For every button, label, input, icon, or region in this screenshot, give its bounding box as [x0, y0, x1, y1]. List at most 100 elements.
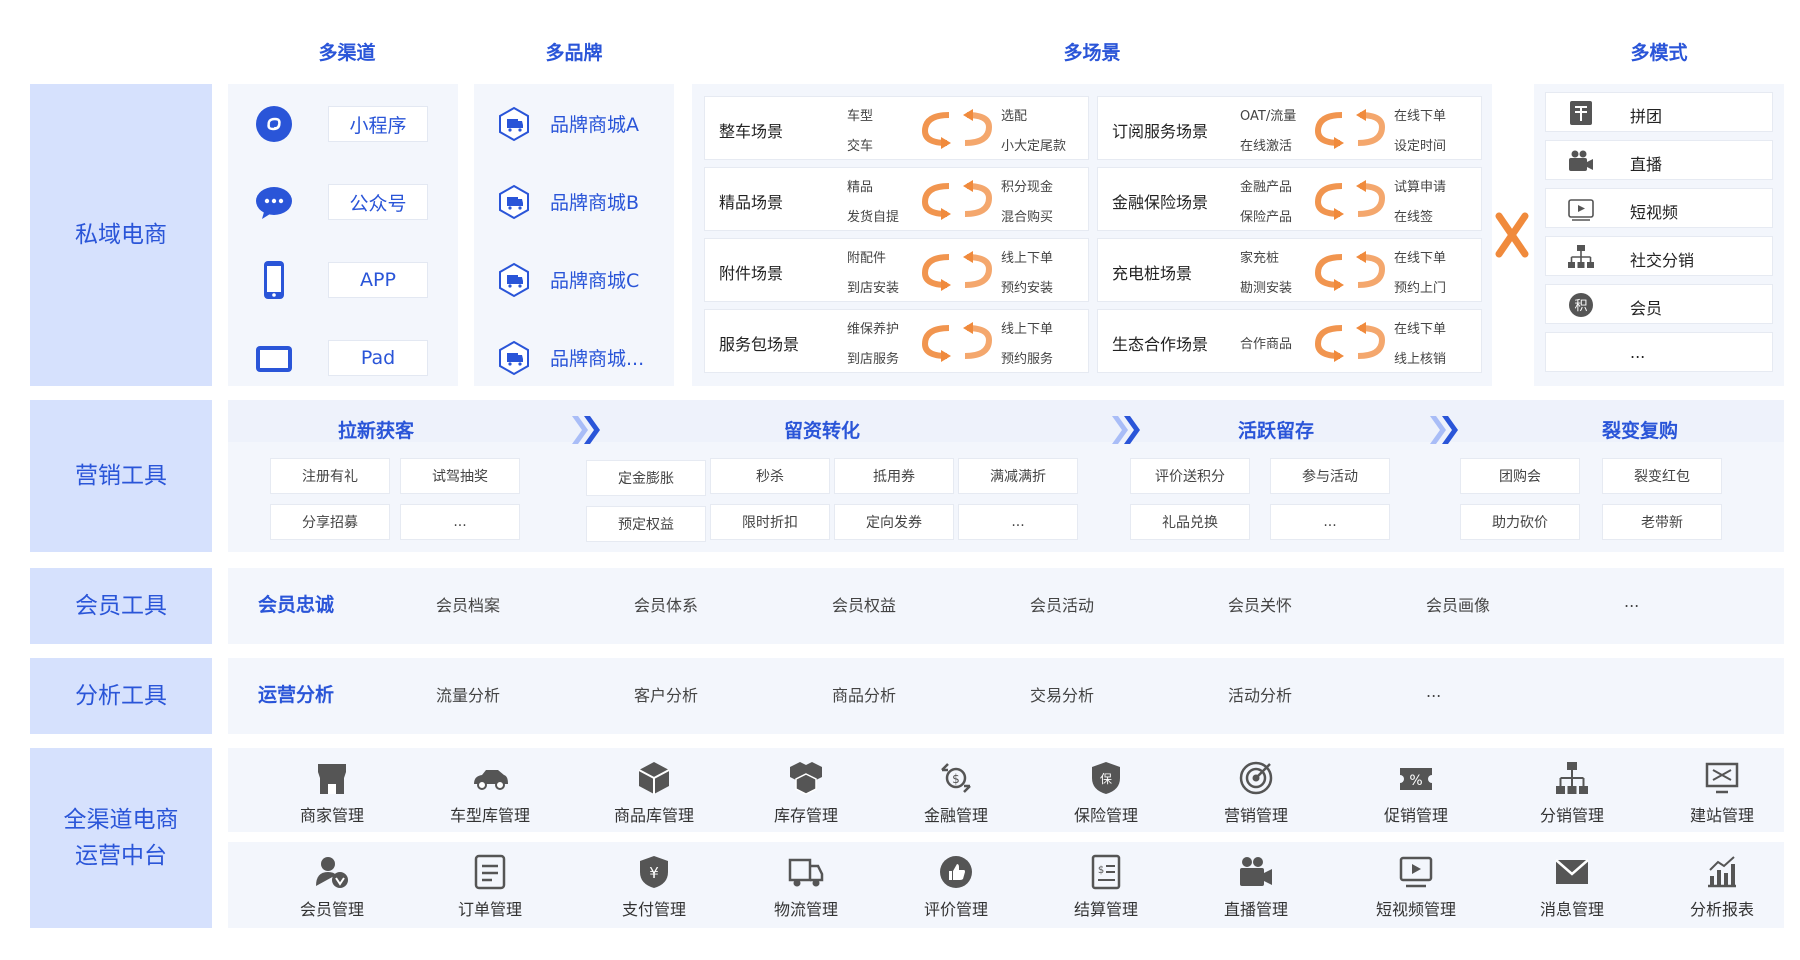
convert-tool[interactable]: 定向发券	[834, 504, 954, 540]
scene-card[interactable]: 精品场景 精品 发货自提 积分现金 混合购买	[704, 167, 1089, 231]
platform-module[interactable]: 评价管理	[886, 844, 1026, 924]
scene-card[interactable]: 金融保险场景 金融产品 保险产品 试算申请 在线签	[1097, 167, 1482, 231]
platform-module[interactable]: 物流管理	[736, 844, 876, 924]
brand-item[interactable]: 品牌商城B	[474, 182, 674, 222]
member-tool-item[interactable]: 会员画像	[1426, 592, 1490, 616]
channel-item[interactable]: 小程序	[228, 104, 458, 144]
platform-module[interactable]: 订单管理	[420, 844, 560, 924]
analysis-tool-item[interactable]: 商品分析	[832, 682, 896, 706]
retain-tool[interactable]: 参与活动	[1270, 458, 1390, 494]
platform-module[interactable]: 商品库管理	[584, 750, 724, 830]
thumbs-up-icon	[940, 856, 972, 888]
brand-item[interactable]: 品牌商城...	[474, 338, 674, 378]
fission-tool[interactable]: 老带新	[1602, 504, 1722, 540]
phone-icon	[254, 260, 294, 300]
platform-module-label: 评价管理	[923, 900, 988, 919]
scene-card[interactable]: 订阅服务场景 OAT/流量 在线激活 在线下单 设定时间	[1097, 96, 1482, 160]
platform-module[interactable]: 建站管理	[1652, 750, 1792, 830]
convert-tool[interactable]: 限时折扣	[710, 504, 830, 540]
brand-item[interactable]: 品牌商城C	[474, 260, 674, 300]
member-tool-item[interactable]: ...	[1624, 592, 1639, 611]
acquire-tool[interactable]: 试驾抽奖	[400, 458, 520, 494]
scene-card[interactable]: 服务包场景 维保养护 到店服务 线上下单 预约服务	[704, 309, 1089, 373]
convert-tool[interactable]: 满减满折	[958, 458, 1078, 494]
mini-program-icon	[254, 104, 294, 144]
channel-item[interactable]: Pad	[228, 338, 458, 378]
platform-module[interactable]: 分销管理	[1502, 750, 1642, 830]
channel-item[interactable]: 公众号	[228, 182, 458, 222]
delivery-truck-icon	[788, 854, 824, 890]
mode-item[interactable]: 积 会员	[1545, 284, 1773, 324]
scene-card[interactable]: 充电桩场景 家充桩 勘测安装 在线下单 预约上门	[1097, 238, 1482, 302]
scene-step: 预约安装	[1001, 281, 1054, 296]
scene-card[interactable]: 附件场景 附配件 到店安装 线上下单 预约安装	[704, 238, 1089, 302]
fission-tool[interactable]: 裂变红包	[1602, 458, 1722, 494]
mode-item[interactable]: 直播	[1545, 140, 1773, 180]
mode-item[interactable]: 社交分销	[1545, 236, 1773, 276]
member-tool-item[interactable]: 会员体系	[634, 592, 698, 616]
analysis-tool-item[interactable]: 交易分析	[1030, 682, 1094, 706]
convert-tool[interactable]: ...	[958, 504, 1078, 540]
scene-name: 精品场景	[719, 193, 784, 212]
fission-tool[interactable]: 助力砍价	[1460, 504, 1580, 540]
platform-module[interactable]: $ 金融管理	[886, 750, 1026, 830]
platform-module[interactable]: 会员管理	[262, 844, 402, 924]
platform-module[interactable]: 库存管理	[736, 750, 876, 830]
convert-tool[interactable]: 秒杀	[710, 458, 830, 494]
mode-item[interactable]: 拼团	[1545, 92, 1773, 132]
platform-module[interactable]: 保保险管理	[1036, 750, 1176, 830]
cycle-arrows-icon	[1314, 109, 1386, 149]
acquire-tool[interactable]: 注册有礼	[270, 458, 390, 494]
platform-module-label: 营销管理	[1223, 806, 1288, 825]
scene-step: 在线激活	[1240, 139, 1293, 154]
scene-card[interactable]: 整车场景 车型 交车 选配 小大定尾款	[704, 96, 1089, 160]
scene-step: 预约上门	[1394, 281, 1447, 296]
scene-step: 小大定尾款	[1001, 139, 1067, 154]
fission-tool[interactable]: 团购会	[1460, 458, 1580, 494]
coupon-percent-icon: %	[1396, 768, 1436, 790]
channel-item[interactable]: APP	[228, 260, 458, 300]
platform-module[interactable]: $ 结算管理	[1036, 844, 1176, 924]
convert-tool[interactable]: 定金膨胀	[586, 460, 706, 496]
convert-tool[interactable]: 抵用券	[834, 458, 954, 494]
platform-module[interactable]: 短视频管理	[1346, 844, 1486, 924]
platform-module[interactable]: 消息管理	[1502, 844, 1642, 924]
acquire-tool[interactable]: 分享招募	[270, 504, 390, 540]
brand-shop-icon	[496, 184, 532, 220]
scene-card[interactable]: 生态合作场景 合作商品 在线下单 线上核销	[1097, 309, 1482, 373]
convert-tool[interactable]: 预定权益	[586, 506, 706, 542]
mode-item[interactable]: 短视频	[1545, 188, 1773, 228]
retain-tool[interactable]: ...	[1270, 504, 1390, 540]
platform-module[interactable]: 营销管理	[1186, 750, 1326, 830]
scene-step: 到店安装	[847, 281, 900, 296]
mode-item[interactable]: ...	[1545, 332, 1773, 372]
svg-text:¥: ¥	[649, 864, 659, 882]
channel-label: Pad	[328, 340, 428, 376]
order-list-icon	[472, 854, 508, 890]
wechat-icon	[256, 187, 292, 219]
platform-module[interactable]: 分析报表	[1652, 844, 1792, 924]
platform-module[interactable]: 车型库管理	[420, 750, 560, 830]
platform-module[interactable]: 商家管理	[262, 750, 402, 830]
retain-tool[interactable]: 礼品兑换	[1130, 504, 1250, 540]
member-tool-item[interactable]: 会员活动	[1030, 592, 1094, 616]
scene-name: 订阅服务场景	[1112, 122, 1209, 141]
member-tool-item[interactable]: 会员档案	[436, 592, 500, 616]
analysis-tool-item[interactable]: ...	[1426, 682, 1441, 701]
tablet-icon	[254, 338, 294, 378]
video-play-icon	[1398, 854, 1434, 890]
settlement-doc-icon: $	[1088, 854, 1124, 890]
analysis-tool-item[interactable]: 流量分析	[436, 682, 500, 706]
acquire-tool[interactable]: ...	[400, 504, 520, 540]
member-tool-item[interactable]: 会员关怀	[1228, 592, 1292, 616]
architecture-diagram: 多渠道 多品牌 多场景 多模式 私域电商 小程序 公众号 APP Pad 品牌商城A 品…	[0, 0, 1800, 960]
platform-module[interactable]: 直播管理	[1186, 844, 1326, 924]
analysis-tool-item[interactable]: 活动分析	[1228, 682, 1292, 706]
platform-module[interactable]: % 促销管理	[1346, 750, 1486, 830]
order-list-icon	[474, 854, 506, 890]
retain-tool[interactable]: 评价送积分	[1130, 458, 1250, 494]
analysis-tool-item[interactable]: 客户分析	[634, 682, 698, 706]
platform-module[interactable]: ¥ 支付管理	[584, 844, 724, 924]
brand-item[interactable]: 品牌商城A	[474, 104, 674, 144]
member-tool-item[interactable]: 会员权益	[832, 592, 896, 616]
